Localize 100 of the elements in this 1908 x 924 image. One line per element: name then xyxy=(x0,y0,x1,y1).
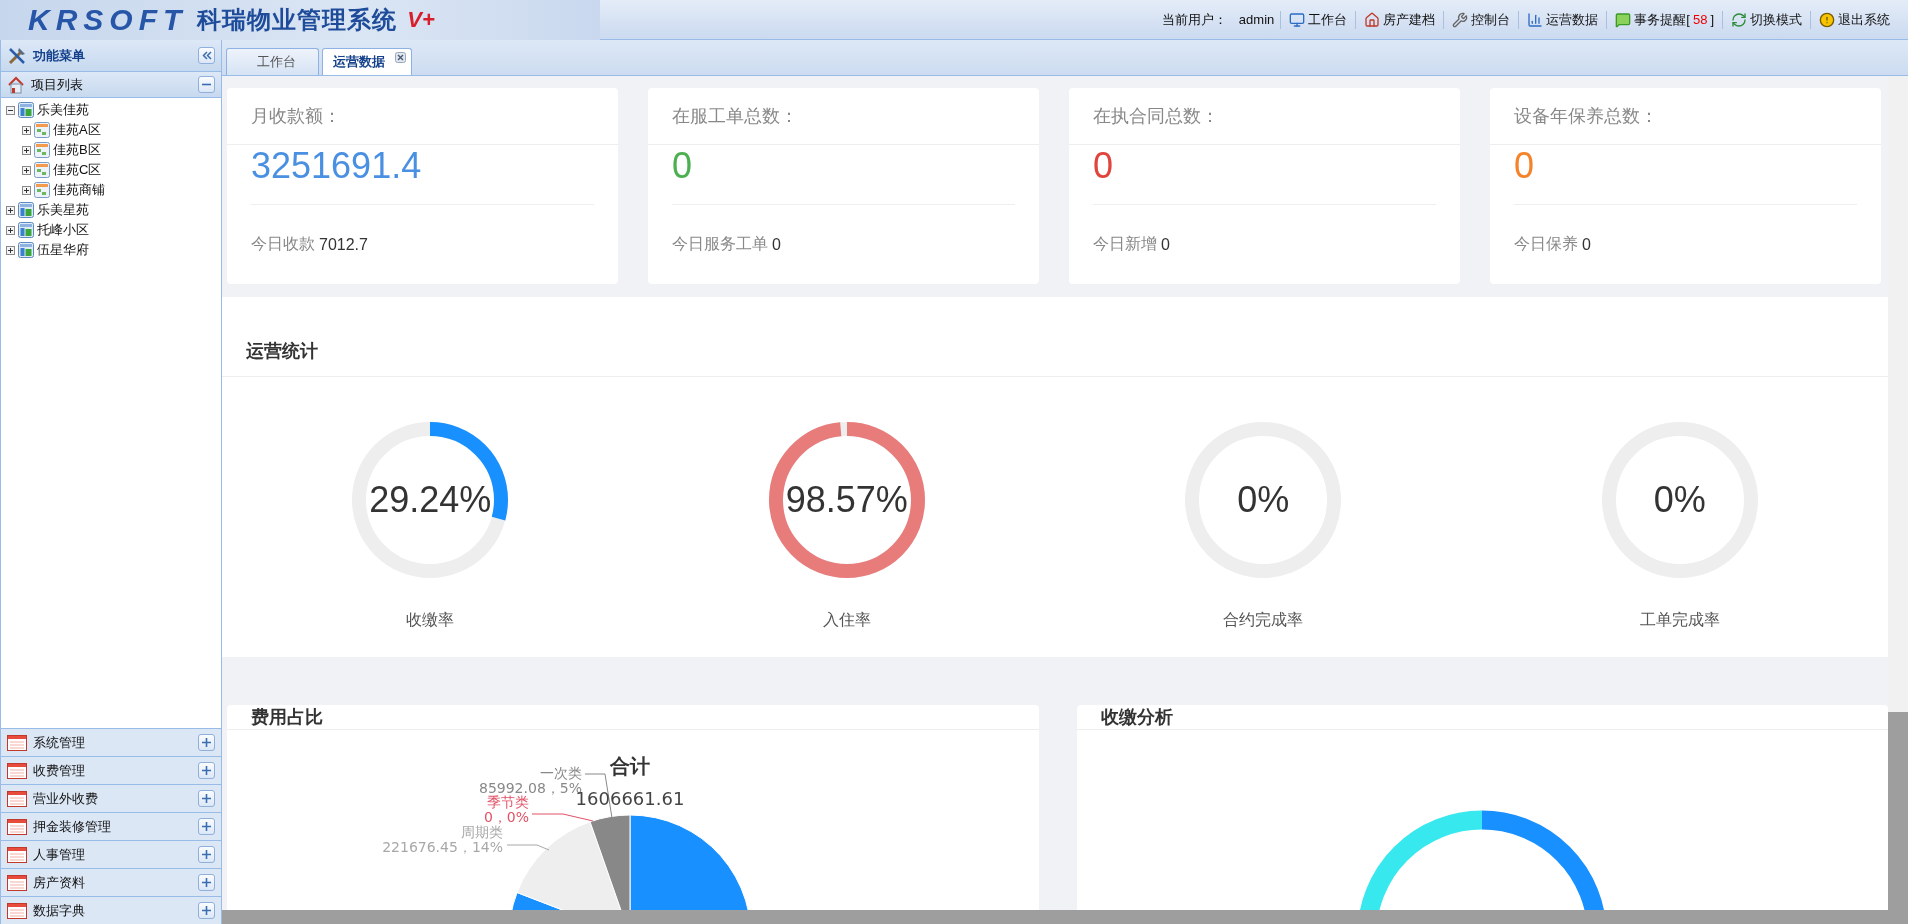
menu-item[interactable]: 系统管理 xyxy=(1,728,221,756)
footer-label: 今日收款 xyxy=(251,234,315,254)
menu-item[interactable]: 人事管理 xyxy=(1,840,221,868)
card-title: 在执合同总数： xyxy=(1069,88,1460,145)
expand-icon[interactable] xyxy=(6,205,15,215)
card-title: 设备年保养总数： xyxy=(1490,88,1881,145)
gauge-label: 合约完成率 xyxy=(1223,610,1304,630)
nav-link[interactable]: 工作台 xyxy=(1280,10,1356,29)
window-icon xyxy=(7,762,27,779)
expand-button[interactable] xyxy=(198,734,215,751)
card-value: 0 xyxy=(1514,145,1857,205)
table-icon xyxy=(34,122,50,138)
double-chevron-icon xyxy=(201,51,212,60)
building-icon xyxy=(18,242,34,258)
leader-line xyxy=(506,844,550,851)
nav-link[interactable]: 控制台 xyxy=(1443,10,1519,29)
footer-value: 0 xyxy=(1161,235,1170,254)
window-icon xyxy=(7,734,27,751)
plus-icon xyxy=(202,906,211,915)
card-title: 收缴分析 xyxy=(1076,705,1888,730)
expand-icon[interactable] xyxy=(22,145,31,155)
card-value: 0 xyxy=(1093,145,1436,205)
plus-icon xyxy=(202,794,211,803)
chart-title: 合计 xyxy=(610,754,650,778)
menu-item[interactable]: 押金装修管理 xyxy=(1,812,221,840)
plus-icon xyxy=(202,738,211,747)
expand-icon[interactable] xyxy=(22,185,31,195)
gauge-label: 收缴率 xyxy=(406,610,455,630)
tree-item[interactable]: 伍星华府 xyxy=(6,240,221,260)
expand-button[interactable] xyxy=(198,790,215,807)
house-icon xyxy=(7,75,25,94)
tab[interactable]: 运营数据 xyxy=(322,48,412,75)
expand-button[interactable] xyxy=(198,762,215,779)
tree-item[interactable]: 佳苑商铺 xyxy=(6,180,221,200)
table-icon xyxy=(34,142,50,158)
expand-button[interactable] xyxy=(198,818,215,835)
slice-label: 季节类 xyxy=(487,794,529,810)
nav-link[interactable]: 切换模式 xyxy=(1722,10,1810,29)
panel-title: 项目列表 xyxy=(31,75,84,94)
footer-label: 今日保养 xyxy=(1514,234,1578,254)
expand-button[interactable] xyxy=(198,902,215,919)
expand-button[interactable] xyxy=(198,846,215,863)
alert-icon xyxy=(1819,11,1835,28)
panel-title: 运营统计 xyxy=(222,297,1888,377)
slice-label: 一次类 xyxy=(540,765,582,781)
toggle-button[interactable] xyxy=(198,76,215,93)
house-icon xyxy=(1364,11,1381,28)
menu-item[interactable]: 数据字典 xyxy=(1,896,221,924)
slice-value-label: 221676.45，14% xyxy=(382,839,503,855)
monitor-icon xyxy=(1289,11,1306,28)
close-icon[interactable] xyxy=(395,52,406,63)
menu-item[interactable]: 收费管理 xyxy=(1,756,221,784)
refresh-icon xyxy=(1731,11,1747,28)
card-title: 在服工单总数： xyxy=(648,88,1039,145)
plus-icon xyxy=(202,850,211,859)
table-icon xyxy=(34,182,50,198)
building-icon xyxy=(18,102,34,118)
window-icon xyxy=(7,874,27,891)
tree-item[interactable]: 佳苑B区 xyxy=(6,140,221,160)
slice-value-label: 0，0% xyxy=(483,809,529,825)
window-icon xyxy=(7,790,27,807)
tree-item[interactable]: 佳苑C区 xyxy=(6,160,221,180)
expand-icon[interactable] xyxy=(22,125,31,135)
user-name: admin xyxy=(1237,12,1276,27)
gauge-reading: 98.57% xyxy=(785,479,908,521)
horizontal-scrollbar[interactable] xyxy=(222,910,1888,924)
building-icon xyxy=(18,202,34,218)
footer-value: 0 xyxy=(772,235,781,254)
gauge-label: 入住率 xyxy=(822,610,871,630)
expand-icon[interactable] xyxy=(22,165,31,175)
menu-item[interactable]: 房产资料 xyxy=(1,868,221,896)
window-icon xyxy=(7,902,27,919)
tree-item[interactable]: 托峰小区 xyxy=(6,220,221,240)
nav-link[interactable]: 事务提醒[ 58 ] xyxy=(1606,10,1722,29)
footer-value: 7012.7 xyxy=(319,235,368,254)
nav-link[interactable]: 运营数据 xyxy=(1518,10,1607,29)
plus-icon xyxy=(202,878,211,887)
expand-button[interactable] xyxy=(198,874,215,891)
gauge-label: 工单完成率 xyxy=(1639,610,1720,630)
expand-icon[interactable] xyxy=(6,225,15,235)
gauge-reading: 0% xyxy=(1237,479,1290,521)
nav-link[interactable]: 退出系统 xyxy=(1810,10,1898,29)
gauge-reading: 0% xyxy=(1653,479,1706,521)
footer-label: 今日新增 xyxy=(1093,234,1157,254)
user-label: 当前用户： xyxy=(1160,10,1228,29)
tree-item[interactable]: 乐美佳苑 xyxy=(6,100,221,120)
collapse-icon[interactable] xyxy=(6,105,15,115)
plus-icon xyxy=(202,766,211,775)
tree-item[interactable]: 乐美星苑 xyxy=(6,200,221,220)
speech-bubble-icon xyxy=(1615,11,1632,28)
menu-item[interactable]: 营业外收费 xyxy=(1,784,221,812)
card-title: 费用占比 xyxy=(227,705,1039,730)
expand-icon[interactable] xyxy=(6,245,15,255)
nav-link[interactable]: 房产建档 xyxy=(1355,10,1444,29)
tab[interactable]: 工作台 xyxy=(226,48,319,75)
tree-item[interactable]: 佳苑A区 xyxy=(6,120,221,140)
collapse-button[interactable] xyxy=(198,47,215,64)
wrench-icon xyxy=(1452,11,1469,28)
vertical-scrollbar[interactable] xyxy=(1888,76,1908,924)
logo: KRSOFT 科瑞物业管理系统 V+ xyxy=(0,0,600,40)
